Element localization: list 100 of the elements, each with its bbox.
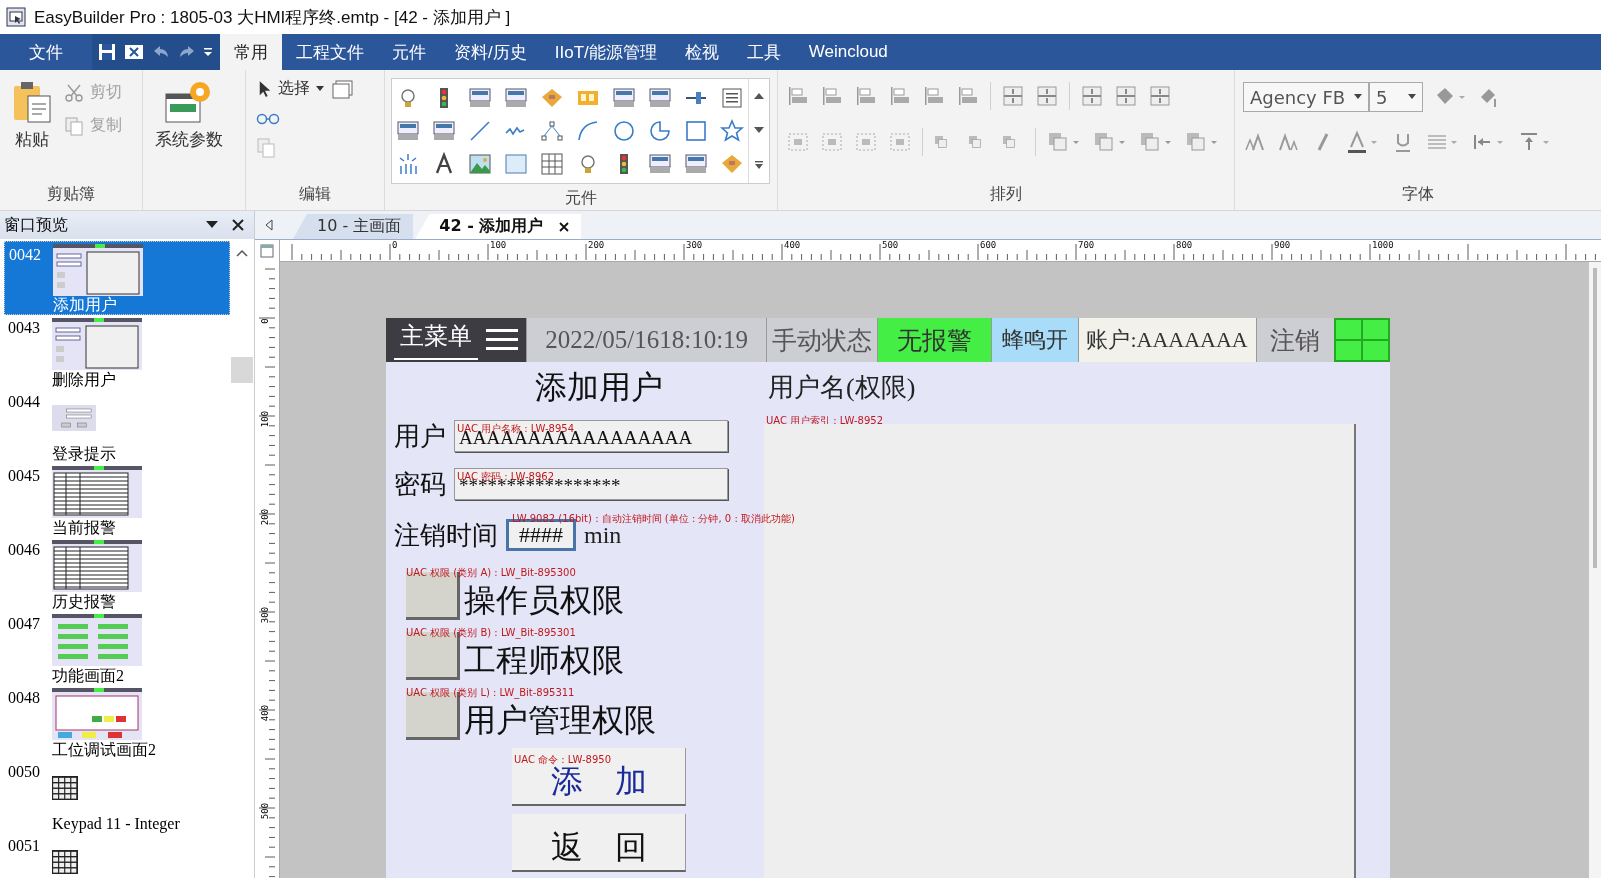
window-preview-item[interactable]: 0044 登录提示 [4, 389, 230, 463]
align-icon[interactable] [820, 84, 844, 108]
panel-title: 窗口预览 [4, 214, 69, 236]
address-tag: UAC 权限 (类别 A) : LW_Bit-895300 [406, 566, 576, 580]
select-button[interactable]: 选择 [256, 76, 326, 101]
ruler-label: 0 [260, 317, 270, 326]
window-icon[interactable] [332, 78, 354, 99]
close-icon[interactable] [559, 221, 570, 232]
group-label: 元件 [564, 187, 598, 209]
tab-scroll-left-icon[interactable] [265, 219, 273, 231]
display-icon[interactable] [396, 119, 420, 143]
save-icon[interactable] [98, 43, 116, 61]
permission-label: 工程师权限 [464, 641, 624, 680]
window-preview-item[interactable]: 0047 功能画面2 [4, 611, 230, 685]
group-label: 剪贴簿 [46, 183, 96, 205]
picture-icon[interactable] [468, 152, 492, 177]
scroll-up-icon[interactable] [236, 249, 248, 257]
font-family-dropdown[interactable]: Agency FB [1243, 82, 1369, 112]
distribute-icon[interactable] [1114, 84, 1138, 108]
pie-icon[interactable] [648, 119, 672, 143]
circle-icon[interactable] [612, 119, 636, 143]
ruler-corner-icon[interactable] [260, 244, 274, 258]
table-icon[interactable] [540, 152, 564, 177]
address-tag: UAC 权限 (类别 L) : LW_Bit-895311 [406, 686, 575, 700]
buzzer-button[interactable]: 蜂鸣开 [990, 318, 1078, 362]
document-tab[interactable]: 10 - 主画面 [293, 214, 414, 239]
display-icon[interactable] [612, 85, 636, 110]
rectangle-icon[interactable] [504, 152, 528, 177]
ruler-label: 500 [882, 240, 899, 250]
distribute-icon[interactable] [1001, 84, 1025, 108]
align-icon[interactable] [956, 84, 980, 108]
app-icon [6, 7, 26, 27]
star-icon[interactable] [720, 119, 744, 143]
display-icon[interactable] [432, 119, 456, 143]
logout-button[interactable]: 注销 [1255, 318, 1335, 362]
ruler-label: 500 [260, 801, 270, 822]
customize-icon[interactable] [204, 46, 212, 58]
display-icon[interactable] [648, 85, 672, 110]
ribbon-tab[interactable]: 工程文件 [282, 34, 378, 70]
main-menu-button[interactable]: 主菜单 [386, 318, 527, 362]
ruler-label: 100 [490, 240, 507, 250]
scroll-thumb[interactable] [231, 357, 253, 383]
address-tag: UAC 命令 : LW-8950 [514, 753, 612, 767]
line-icon[interactable] [468, 119, 492, 143]
layer-icon[interactable] [1138, 130, 1174, 154]
distribute-icon[interactable] [1080, 84, 1104, 108]
copy-icon [64, 115, 84, 136]
ribbon-tab[interactable]: 元件 [378, 34, 440, 70]
layer-icon[interactable] [1046, 130, 1082, 154]
align-icon[interactable] [922, 84, 946, 108]
ribbon-tab[interactable]: 常用 [220, 34, 282, 70]
glasses-icon[interactable] [256, 113, 280, 125]
distribute-icon[interactable] [1148, 84, 1172, 108]
font-size-dropdown[interactable]: 5 [1369, 82, 1423, 112]
display-icon[interactable] [468, 85, 492, 110]
window-preview-item[interactable]: 0045 当前报警 [4, 463, 230, 537]
ribbon-tab[interactable]: 资料/历史 [440, 34, 541, 70]
group-label: 字体 [1401, 183, 1435, 205]
close-icon[interactable] [232, 219, 244, 231]
layer-icon[interactable] [1092, 130, 1128, 154]
more-icon[interactable] [754, 160, 764, 170]
scroll-down-icon[interactable] [754, 126, 764, 134]
window-preview-item[interactable]: 0050 Keypad 11 - Integer [4, 759, 230, 833]
ribbon-tab[interactable]: IIoT/能源管理 [540, 34, 671, 70]
nodes-icon[interactable] [540, 119, 564, 143]
align-icon[interactable] [786, 84, 810, 108]
scroll-up-icon[interactable] [754, 92, 764, 100]
paste-button[interactable]: 粘贴 [6, 76, 58, 180]
layer-icon[interactable] [1184, 130, 1220, 154]
window-preview-item[interactable]: 0051 [4, 833, 230, 878]
ruler-label: 0 [392, 240, 398, 250]
ruler-label: 300 [260, 605, 270, 626]
close-window-icon[interactable] [124, 43, 144, 61]
ribbon-tab[interactable]: Weincloud [794, 34, 902, 70]
document-tab[interactable]: 42 - 添加用户 [415, 214, 582, 239]
ruler-label: 200 [588, 240, 605, 250]
distribute-icon[interactable] [1035, 84, 1059, 108]
window-preview-item[interactable]: 0042 添加用户 [4, 241, 230, 315]
ruler-label: 400 [784, 240, 801, 250]
align-icon[interactable] [854, 84, 878, 108]
back-button[interactable]: 返 回 [512, 814, 686, 872]
mode-status: 手动状态 [766, 318, 877, 362]
ribbon-tab[interactable]: 工具 [732, 34, 795, 70]
dropdown-icon[interactable] [206, 221, 218, 229]
scissors-icon [64, 82, 84, 103]
ruler-label: 200 [260, 507, 270, 528]
list-icon[interactable] [720, 85, 744, 110]
system-parameters-button[interactable]: 系统参数 [149, 76, 229, 180]
ribbon-tab[interactable]: 检视 [670, 34, 733, 70]
window-preview-item[interactable]: 0048 工位调试画面2 [4, 685, 230, 759]
datetime-display: 2022/05/1618:10:19 [526, 318, 767, 362]
ruler-label: 800 [1176, 240, 1193, 250]
window-preview-item[interactable]: 0046 历史报警 [4, 537, 230, 611]
display-icon[interactable] [504, 85, 528, 110]
window-preview-item[interactable]: 0043 删除用户 [4, 315, 230, 389]
arc-icon[interactable] [576, 119, 600, 143]
pointer-icon [258, 79, 272, 98]
clipboard-icon [12, 80, 52, 124]
align-icon[interactable] [888, 84, 912, 108]
square-icon[interactable] [684, 119, 708, 143]
